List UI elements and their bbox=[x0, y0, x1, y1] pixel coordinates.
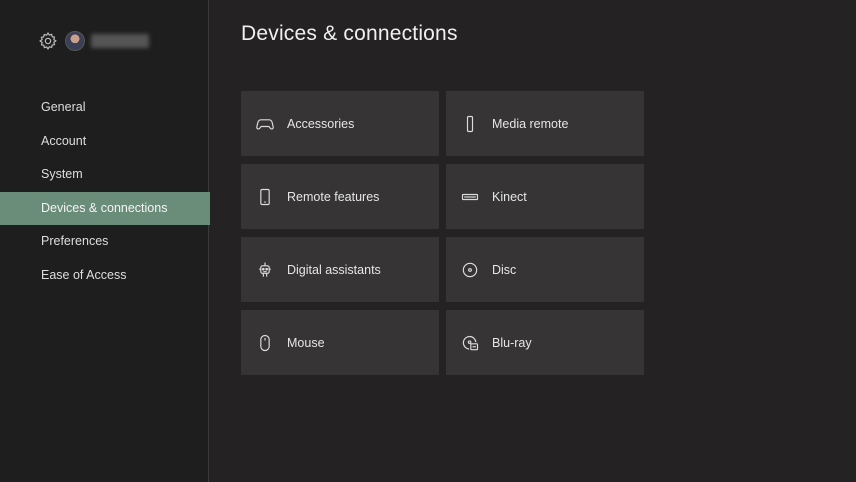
gear-icon[interactable] bbox=[38, 31, 58, 51]
tile-accessories[interactable]: Accessories bbox=[241, 91, 439, 156]
profile-header bbox=[38, 30, 149, 52]
phone-icon bbox=[255, 187, 275, 207]
sidebar-item-account[interactable]: Account bbox=[0, 125, 210, 159]
tile-digital-assistants[interactable]: Digital assistants bbox=[241, 237, 439, 302]
sidebar-item-devices-connections[interactable]: Devices & connections bbox=[0, 191, 210, 226]
gamertag-redacted bbox=[91, 34, 149, 48]
tile-media-remote[interactable]: Media remote bbox=[446, 91, 644, 156]
page-title: Devices & connections bbox=[241, 22, 458, 45]
sidebar-item-preferences[interactable]: Preferences bbox=[0, 225, 210, 259]
tile-label: Media remote bbox=[492, 116, 569, 131]
tile-blu-ray[interactable]: Blu-ray bbox=[446, 310, 644, 375]
sidebar-item-system[interactable]: System bbox=[0, 158, 210, 192]
gamepad-icon bbox=[255, 114, 275, 134]
tile-label: Digital assistants bbox=[287, 262, 381, 277]
disc-icon bbox=[460, 260, 480, 280]
tile-label: Kinect bbox=[492, 189, 527, 204]
tile-mouse[interactable]: Mouse bbox=[241, 310, 439, 375]
avatar[interactable] bbox=[65, 31, 85, 51]
tile-label: Disc bbox=[492, 262, 517, 277]
tile-label: Accessories bbox=[287, 116, 355, 131]
media-remote-icon bbox=[460, 114, 480, 134]
tile-disc[interactable]: Disc bbox=[446, 237, 644, 302]
robot-icon bbox=[255, 260, 275, 280]
sidebar-nav: General Account System Devices & connect… bbox=[0, 91, 210, 293]
blu-ray-icon bbox=[460, 333, 480, 353]
sidebar: General Account System Devices & connect… bbox=[0, 0, 210, 482]
tile-label: Remote features bbox=[287, 189, 380, 204]
tile-remote-features[interactable]: Remote features bbox=[241, 164, 439, 229]
tile-kinect[interactable]: Kinect bbox=[446, 164, 644, 229]
kinect-icon bbox=[460, 187, 480, 207]
tile-label: Mouse bbox=[287, 335, 325, 350]
sidebar-item-general[interactable]: General bbox=[0, 91, 210, 125]
mouse-icon bbox=[255, 333, 275, 353]
sidebar-item-ease-of-access[interactable]: Ease of Access bbox=[0, 259, 210, 293]
tile-label: Blu-ray bbox=[492, 335, 532, 350]
settings-tile-grid: Accessories Media remote Remote features… bbox=[241, 91, 644, 375]
